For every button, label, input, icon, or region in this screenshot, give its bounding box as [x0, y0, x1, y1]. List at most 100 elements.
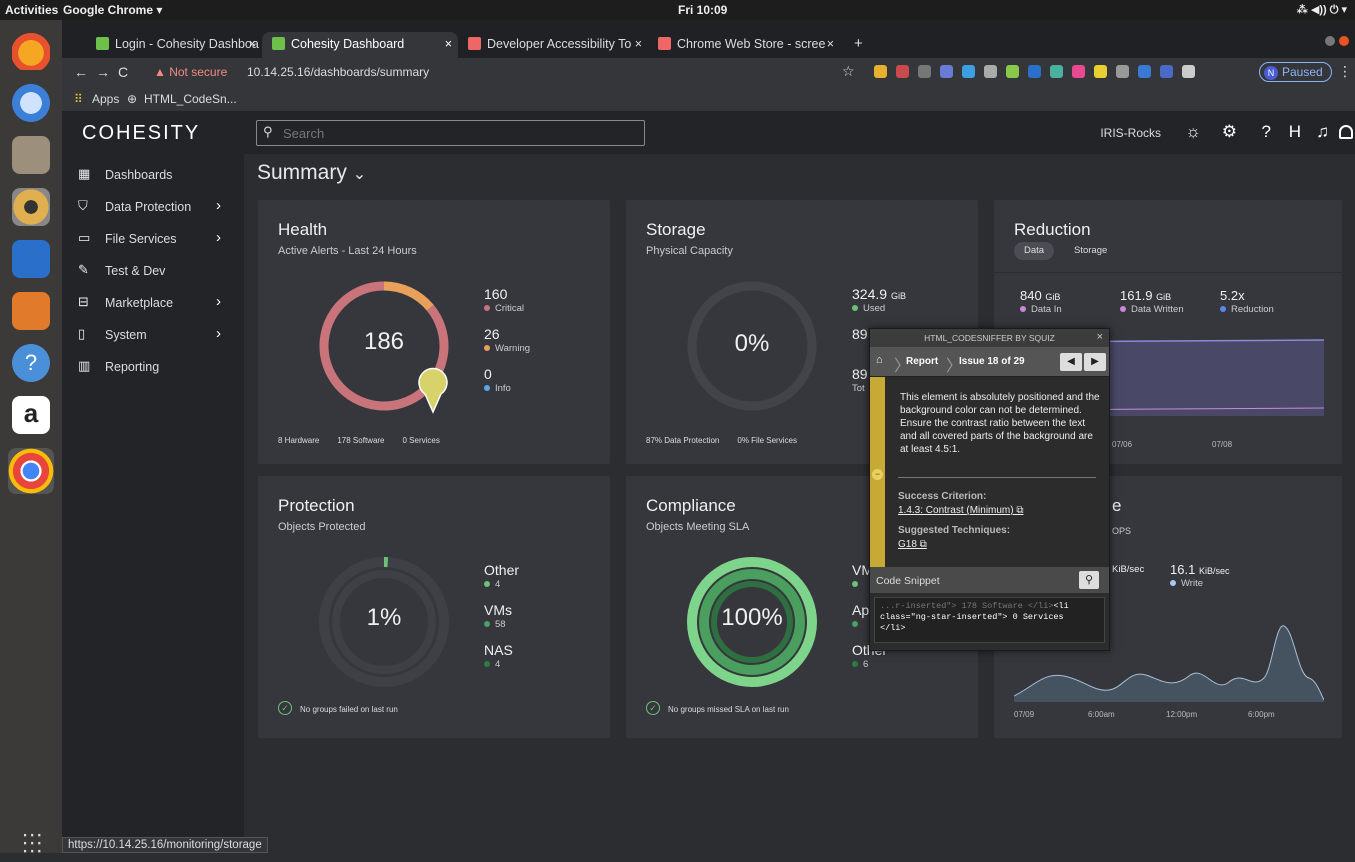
- close-tab-icon[interactable]: ×: [249, 37, 256, 51]
- gear-icon[interactable]: ⚙: [1222, 122, 1237, 142]
- footer-hardware[interactable]: 8 Hardware: [278, 436, 319, 445]
- stat-data-written[interactable]: 161.9 GiB Data Written: [1120, 288, 1184, 315]
- extension-icon[interactable]: [1116, 65, 1129, 78]
- storage-toggle-button[interactable]: Storage: [1064, 242, 1117, 260]
- sidebar-item-test-dev[interactable]: ✎ Test & Dev: [78, 260, 238, 284]
- data-toggle-button[interactable]: Data: [1014, 242, 1055, 260]
- legend-ap[interactable]: Ap: [852, 602, 869, 630]
- next-issue-button[interactable]: ▶: [1084, 353, 1106, 371]
- bookmark-apps[interactable]: Apps: [92, 92, 119, 106]
- extension-icon[interactable]: [874, 65, 887, 78]
- cohesity-logo[interactable]: COHESITY: [82, 122, 200, 145]
- helios-icon[interactable]: H: [1289, 122, 1301, 142]
- firefox-icon[interactable]: [12, 32, 50, 70]
- sidebar-item-system[interactable]: ▯ System ›: [78, 324, 238, 348]
- sidebar-item-reporting[interactable]: ▥ Reporting: [78, 356, 238, 380]
- extension-icon[interactable]: [1050, 65, 1063, 78]
- footer-services[interactable]: 0 Services: [403, 436, 440, 445]
- pin-icon[interactable]: ⚲: [1079, 571, 1099, 589]
- extension-icon[interactable]: [1028, 65, 1041, 78]
- search-input[interactable]: [283, 123, 633, 143]
- legend-info[interactable]: 0 Info: [484, 366, 511, 394]
- legend-other[interactable]: Other 4: [484, 562, 519, 590]
- technique-link[interactable]: G18 ⧉: [898, 539, 927, 550]
- sidebar-item-dashboards[interactable]: ▦ Dashboards: [78, 164, 238, 188]
- extension-icon[interactable]: [984, 65, 997, 78]
- footer-file-services[interactable]: 0% File Services: [737, 436, 797, 445]
- warning-dot-icon: [484, 345, 490, 351]
- extension-icon[interactable]: [940, 65, 953, 78]
- url-field[interactable]: 10.14.25.16/dashboards/summary: [247, 65, 429, 79]
- menu-kebab-icon[interactable]: ⋮: [1338, 63, 1352, 80]
- extension-icon[interactable]: [962, 65, 975, 78]
- help-icon[interactable]: ?: [12, 344, 50, 382]
- legend-nas[interactable]: NAS 4: [484, 642, 513, 670]
- previous-issue-button[interactable]: ◀: [1060, 353, 1082, 371]
- tab-login[interactable]: Login - Cohesity Dashboa ×: [86, 32, 262, 58]
- tab-cohesity-dashboard[interactable]: Cohesity Dashboard ×: [262, 32, 458, 58]
- extension-icon[interactable]: [1094, 65, 1107, 78]
- extension-icon[interactable]: [1072, 65, 1085, 78]
- system-tray[interactable]: ⁂ ◀)) ⏻ ▾: [1297, 3, 1347, 17]
- minimize-icon[interactable]: [1325, 36, 1335, 46]
- puzzle-extensions-icon[interactable]: [1182, 65, 1195, 78]
- legend-total[interactable]: 89 Tot: [852, 366, 868, 394]
- rhythmbox-icon[interactable]: [12, 188, 50, 226]
- clock[interactable]: Fri 10:09: [678, 3, 727, 17]
- health-card[interactable]: Health Active Alerts - Last 24 Hours 186…: [258, 200, 610, 464]
- close-icon[interactable]: ×: [1097, 331, 1103, 343]
- files-icon[interactable]: [12, 136, 50, 174]
- footer-software[interactable]: 178 Software: [337, 436, 384, 445]
- app-menu[interactable]: Google Chrome ▾: [63, 3, 162, 17]
- bookmark-star-icon[interactable]: ☆: [842, 63, 855, 80]
- legend-warning[interactable]: 26 Warning: [484, 326, 530, 354]
- legend-row2[interactable]: 89: [852, 326, 868, 342]
- legend-vms[interactable]: VMs 58: [484, 602, 512, 630]
- legend-used[interactable]: 324.9 GiB Used: [852, 286, 906, 314]
- profile-paused-button[interactable]: N Paused: [1259, 62, 1332, 82]
- close-window-icon[interactable]: [1339, 36, 1349, 46]
- tab-chrome-web-store[interactable]: Chrome Web Store - scree ×: [648, 32, 840, 58]
- show-apps-icon[interactable]: ∙∙∙ ∙∙∙ ∙∙∙: [22, 823, 43, 861]
- thunderbird-icon[interactable]: [12, 84, 50, 122]
- amazon-icon[interactable]: a: [12, 396, 50, 434]
- extension-icon[interactable]: [918, 65, 931, 78]
- theme-sun-icon[interactable]: ☼: [1185, 122, 1201, 142]
- stat-write[interactable]: 16.1 KiB/sec Write: [1170, 562, 1229, 589]
- bell-icon[interactable]: ♫: [1316, 122, 1329, 142]
- page-title[interactable]: Summary ⌄: [257, 161, 366, 185]
- success-criterion-link[interactable]: 1.4.3: Contrast (Minimum) ⧉: [898, 505, 1024, 516]
- tab-developer-accessibility[interactable]: Developer Accessibility To ×: [458, 32, 648, 58]
- extension-icon[interactable]: [1006, 65, 1019, 78]
- close-tab-icon[interactable]: ×: [635, 37, 642, 51]
- footer-data-protection[interactable]: 87% Data Protection: [646, 436, 719, 445]
- search-box[interactable]: ⚲: [256, 120, 645, 146]
- sniffer-header[interactable]: HTML_CODESNIFFER BY SQUIZ ×: [870, 329, 1109, 347]
- legend-critical[interactable]: 160 Critical: [484, 286, 524, 314]
- help-icon[interactable]: ?: [1262, 122, 1271, 142]
- stat-reduction[interactable]: 5.2x Reduction: [1220, 288, 1274, 315]
- sidebar-item-file-services[interactable]: ▭ File Services ›: [78, 228, 238, 252]
- user-icon[interactable]: [1339, 125, 1353, 139]
- home-icon[interactable]: ⌂: [876, 354, 883, 366]
- new-tab-button[interactable]: +: [844, 32, 874, 58]
- extension-icon[interactable]: [1138, 65, 1151, 78]
- chrome-icon[interactable]: [8, 448, 54, 494]
- stat-data-in[interactable]: 840 GiB Data In: [1020, 288, 1062, 315]
- html-codesniffer-panel[interactable]: HTML_CODESNIFFER BY SQUIZ × ⌂ 〉 Report 〉 …: [869, 328, 1110, 651]
- not-secure-badge[interactable]: ▲ Not secure: [154, 65, 227, 79]
- software-icon[interactable]: [12, 292, 50, 330]
- activities-button[interactable]: Activities: [5, 3, 58, 17]
- report-breadcrumb[interactable]: Report: [906, 356, 938, 367]
- bookmark-html-codesniffer[interactable]: HTML_CodeSn...: [144, 92, 237, 106]
- sidebar-item-marketplace[interactable]: ⊟ Marketplace ›: [78, 292, 238, 316]
- extension-icon[interactable]: [1160, 65, 1173, 78]
- sidebar-item-data-protection[interactable]: ⛉ Data Protection ›: [78, 196, 238, 220]
- cluster-name[interactable]: IRIS-Rocks: [1100, 126, 1161, 140]
- protection-card[interactable]: Protection Objects Protected 1% Other 4 V…: [258, 476, 610, 738]
- extension-icon[interactable]: [896, 65, 909, 78]
- close-tab-icon[interactable]: ×: [445, 37, 452, 51]
- writer-icon[interactable]: [12, 240, 50, 278]
- close-tab-icon[interactable]: ×: [827, 37, 834, 51]
- nav-buttons[interactable]: ←→C: [74, 64, 136, 80]
